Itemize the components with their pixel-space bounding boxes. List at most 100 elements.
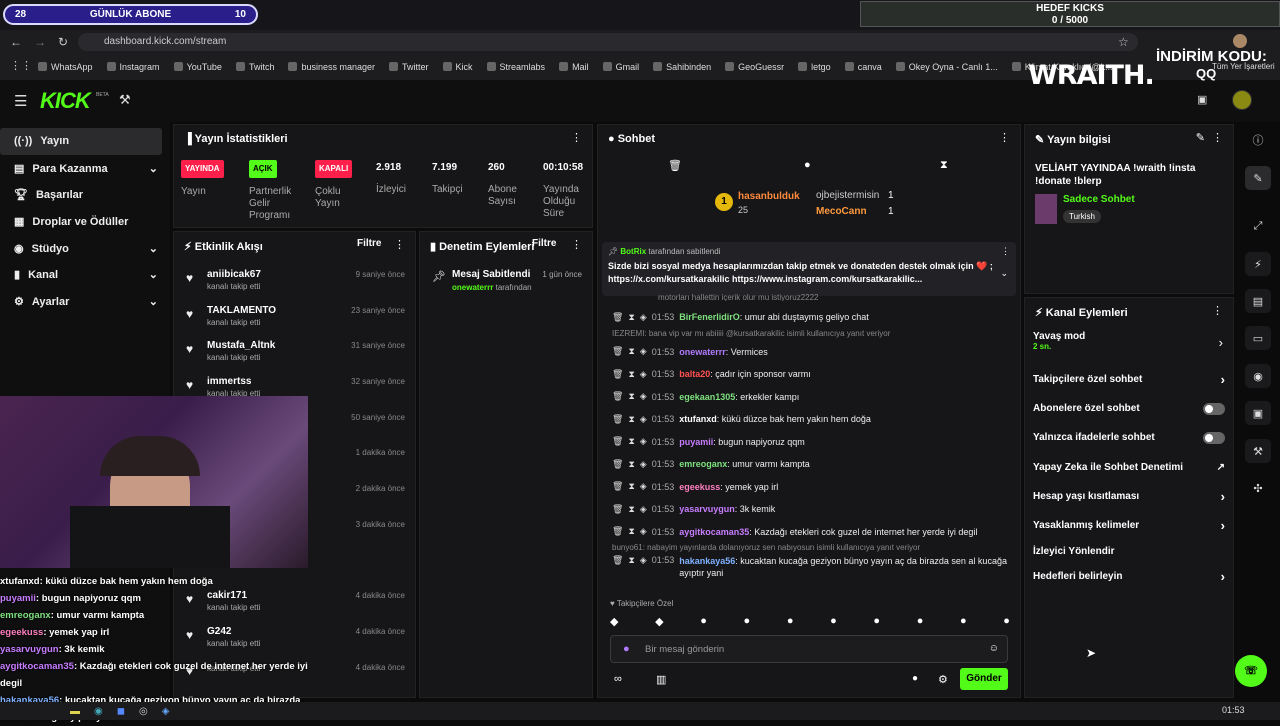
- emote-icon[interactable]: ◆: [655, 615, 663, 628]
- host-viewers-setting[interactable]: İzleyici Yönlendir: [1025, 540, 1233, 562]
- chat-message[interactable]: 🗑︎ ⧗ ◈ 01:53 balta20: çadır için sponsor var…: [598, 363, 1022, 386]
- hourglass-icon[interactable]: ⧗: [628, 369, 634, 380]
- bolt-icon[interactable]: ⚡︎: [1245, 252, 1271, 276]
- hourglass-icon[interactable]: ⧗: [628, 436, 634, 447]
- chat-message[interactable]: 🗑︎ ⧗ ◈ 01:53 hakankaya56: kucaktan kucağa ge…: [598, 555, 1022, 585]
- bookmark[interactable]: Okey Oyna - Canlı 1...: [896, 62, 998, 72]
- bookmark[interactable]: Twitter: [389, 62, 429, 72]
- trash-icon[interactable]: 🗑︎: [612, 526, 623, 537]
- hourglass-icon[interactable]: ⧗: [628, 346, 634, 357]
- hourglass-icon[interactable]: ⧗: [628, 414, 634, 425]
- moderation-filter-button[interactable]: Filtre: [532, 238, 556, 249]
- hourglass-icon[interactable]: ⧗: [628, 504, 634, 515]
- loyalty-icon[interactable]: ∞: [614, 673, 622, 685]
- broadcast-icon[interactable]: ◉: [1245, 364, 1271, 388]
- hourglass-icon[interactable]: ⧗: [628, 555, 634, 566]
- back-icon[interactable]: ←: [10, 35, 22, 49]
- trash-icon[interactable]: 🗑︎: [612, 481, 623, 492]
- sidebar-item-drops[interactable]: ▦ Droplar ve Ödüller: [0, 208, 170, 235]
- bookmark[interactable]: canva: [845, 62, 882, 72]
- chat-input[interactable]: ● Bir mesaj gönderin ☺: [610, 635, 1008, 663]
- sidebar-item-achievements[interactable]: 🏆︎ Başarılar: [0, 181, 170, 208]
- chat-message[interactable]: 🗑︎ ⧗ ◈ 01:53 BirFenerlidirO: umur abi duştay…: [598, 306, 1022, 329]
- followers-only-setting[interactable]: Takipçilere özel sohbet ›: [1025, 365, 1233, 394]
- activity-event[interactable]: ♥ TAKLAMENTO kanalı takip etti 23 saniye ön…: [174, 299, 415, 335]
- chat-settings-icon[interactable]: ●: [912, 673, 918, 684]
- emote-icon[interactable]: ●: [787, 615, 794, 628]
- bookmark[interactable]: Instagram: [107, 62, 160, 72]
- message-user[interactable]: onewaterrr: [679, 347, 726, 357]
- gear-icon[interactable]: ⚙: [938, 673, 948, 686]
- message-user[interactable]: balta20: [679, 369, 710, 379]
- trash-icon[interactable]: 🗑︎: [612, 312, 623, 323]
- forward-icon[interactable]: →: [34, 35, 46, 49]
- top-gifter-1[interactable]: ojbejistermisin: [816, 190, 879, 201]
- expand-icon[interactable]: ⤢: [1245, 214, 1271, 238]
- bookmark[interactable]: letgo: [798, 62, 831, 72]
- trash-icon[interactable]: 🗑︎: [668, 159, 682, 172]
- sidebar-item-channel[interactable]: ▮ Kanal ⌄: [0, 261, 170, 288]
- bookmark[interactable]: business manager: [288, 62, 375, 72]
- emoji-icon[interactable]: ☺: [989, 643, 999, 654]
- more-icon[interactable]: ⋮: [1212, 131, 1223, 144]
- emote-icon[interactable]: ●: [744, 615, 751, 628]
- message-user[interactable]: yasarvuygun: [679, 504, 735, 514]
- activity-event[interactable]: ♥ aniibicak67 kanalı takip etti 9 saniye ön…: [174, 263, 415, 299]
- activity-filter-button[interactable]: Filtre: [357, 238, 381, 249]
- message-user[interactable]: aygitkocaman35: [679, 527, 749, 537]
- profile-avatar[interactable]: [1233, 34, 1247, 48]
- document-icon[interactable]: ▤: [1245, 289, 1271, 313]
- camera-icon[interactable]: ▣: [1197, 93, 1207, 106]
- message-user[interactable]: xtufanxd: [679, 414, 717, 424]
- chat-message[interactable]: 🗑︎ ⧗ ◈ 01:53 yasarvuygun: 3k kemik: [598, 498, 1022, 521]
- reload-icon[interactable]: ↻: [58, 35, 68, 49]
- more-icon[interactable]: ⋮: [571, 131, 582, 144]
- bookmark[interactable]: Mail: [559, 62, 589, 72]
- address-bar[interactable]: dashboard.kick.com/stream: [78, 33, 1138, 51]
- chat-icon[interactable]: ▭: [1245, 326, 1271, 350]
- bookmark[interactable]: Sahibinden: [653, 62, 711, 72]
- apps-icon[interactable]: ✣: [1245, 476, 1271, 500]
- wrench-icon[interactable]: ⚒: [1245, 439, 1271, 463]
- trash-icon[interactable]: 🗑︎: [612, 369, 623, 380]
- emote-icon[interactable]: ◆: [610, 615, 618, 628]
- sidebar-item-studio[interactable]: ◉ Stüdyo ⌄: [0, 235, 170, 262]
- menu-icon[interactable]: ☰: [14, 92, 27, 110]
- trash-icon[interactable]: 🗑︎: [612, 555, 623, 566]
- message-user[interactable]: puyamii: [679, 437, 713, 447]
- mic-icon[interactable]: ●: [623, 643, 630, 655]
- hourglass-icon[interactable]: ⧗: [628, 459, 634, 470]
- bookmark[interactable]: WhatsApp: [38, 62, 93, 72]
- bookmark[interactable]: Kick: [443, 62, 473, 72]
- emote-only-toggle[interactable]: [1203, 431, 1225, 444]
- pinned-by-user[interactable]: BotRix: [620, 247, 646, 256]
- subs-only-toggle[interactable]: [1203, 402, 1225, 415]
- edit-icon[interactable]: ✎: [1196, 131, 1205, 144]
- trash-icon[interactable]: 🗑︎: [612, 346, 623, 357]
- chat-message[interactable]: 🗑︎ ⧗ ◈ 01:53 aygitkocaman35: Kazdağı etekler…: [598, 521, 1022, 544]
- account-age-setting[interactable]: Hesap yaşı kısıtlaması ›: [1025, 482, 1233, 511]
- message-user[interactable]: egekaan1305: [679, 392, 735, 402]
- subs-only-setting[interactable]: Abonelere özel sohbet: [1025, 394, 1233, 423]
- message-user[interactable]: hakankaya56: [679, 556, 735, 566]
- emote-icon[interactable]: ●: [700, 615, 707, 628]
- hourglass-icon[interactable]: ⧗: [628, 481, 634, 492]
- hourglass-icon[interactable]: ⧗: [628, 391, 634, 402]
- store-icon[interactable]: ▥: [656, 673, 666, 686]
- speech-icon[interactable]: ●: [804, 159, 811, 171]
- emote-icon[interactable]: ●: [830, 615, 837, 628]
- chevron-down-icon[interactable]: ⌄: [1000, 268, 1008, 279]
- kick-logo[interactable]: KICK: [40, 88, 91, 114]
- emote-icon[interactable]: ●: [1003, 615, 1010, 628]
- message-user[interactable]: BirFenerlidirO: [679, 312, 740, 322]
- more-icon[interactable]: ⋮: [571, 238, 582, 251]
- chat-message[interactable]: 🗑︎ ⧗ ◈ 01:53 egekaan1305: erkekler kampı: [598, 386, 1022, 409]
- message-user[interactable]: egeekuss: [679, 482, 720, 492]
- chrome-icon[interactable]: ◉: [94, 706, 103, 717]
- top-gifter-2[interactable]: MecoCann: [816, 206, 867, 217]
- emote-icon[interactable]: ●: [960, 615, 967, 628]
- set-goals-setting[interactable]: Hedefleri belirleyin ›: [1025, 562, 1233, 591]
- more-icon[interactable]: ⋮: [1001, 246, 1010, 257]
- hourglass-icon[interactable]: ⧗: [628, 312, 634, 323]
- bookmark[interactable]: Streamlabs: [487, 62, 546, 72]
